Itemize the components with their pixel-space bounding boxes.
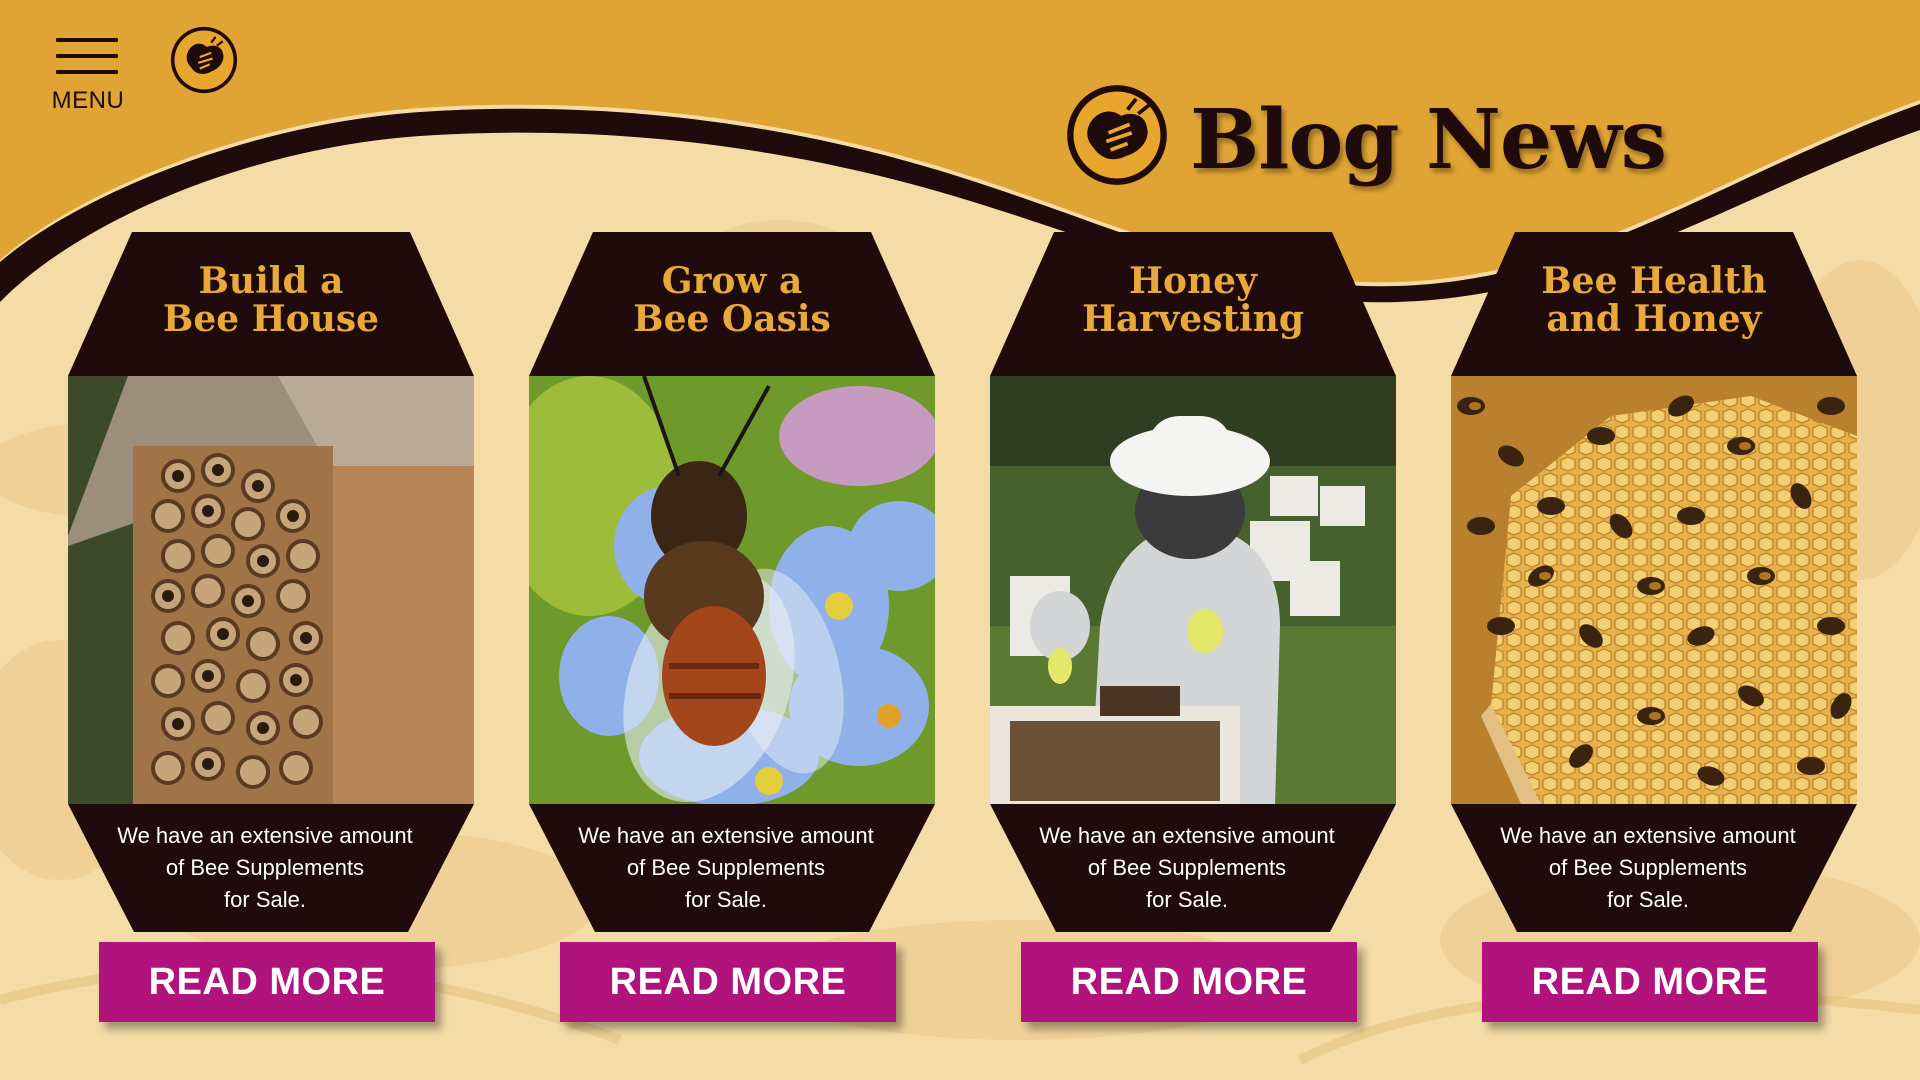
blog-card-bee-health: Bee Health and Honey We have an extensiv… [1451,232,1857,932]
card-title-line2: Harvesting [1081,298,1305,340]
card-title: Honey Harvesting [990,262,1396,338]
card-title-line1: Build a [198,260,344,302]
bee-on-flower-photo [529,376,935,804]
menu-button[interactable]: MENU [46,32,130,122]
card-description: We have an extensive amount of Bee Suppl… [1500,823,1796,912]
bee-logo-icon[interactable] [168,24,240,96]
menu-label: MENU [51,87,125,114]
card-title-line1: Bee Health [1541,260,1767,302]
card-header: Bee Health and Honey [1451,232,1857,376]
card-title-line1: Honey [1128,260,1258,302]
card-title: Grow a Bee Oasis [529,262,935,338]
menu-icon-bar-middle [56,54,118,58]
card-title-line1: Grow a [661,260,803,302]
menu-icon-bar-top [56,38,118,42]
card-footer: We have an extensive amount of Bee Suppl… [990,804,1396,932]
blog-card-honey-harvesting: Honey Harvesting We have an extensive am… [990,232,1396,932]
card-title-line2: Bee House [162,298,380,340]
read-more-button[interactable]: READ MORE [1482,942,1818,1022]
card-header: Build a Bee House [68,232,474,376]
card-footer: We have an extensive amount of Bee Suppl… [1451,804,1857,932]
read-more-button[interactable]: READ MORE [1021,942,1357,1022]
card-header: Honey Harvesting [990,232,1396,376]
beekeeper-photo [990,376,1396,804]
card-description: We have an extensive amount of Bee Suppl… [578,823,874,912]
bee-house-photo [68,376,474,804]
card-header: Grow a Bee Oasis [529,232,935,376]
card-title-line2: and Honey [1546,298,1762,340]
card-title-line2: Bee Oasis [633,298,831,340]
card-footer: We have an extensive amount of Bee Suppl… [68,804,474,932]
honeycomb-bees-photo [1451,376,1857,804]
menu-icon-bar-bottom [56,70,118,74]
bee-logo-icon [1067,85,1167,185]
read-more-button[interactable]: READ MORE [99,942,435,1022]
card-title: Build a Bee House [68,262,474,338]
blog-card-bee-house: Build a Bee House We have an extensive a… [68,232,474,932]
page-title: Blog News [1190,92,1667,188]
read-more-button[interactable]: READ MORE [560,942,896,1022]
blog-card-bee-oasis: Grow a Bee Oasis We have an extensive am… [529,232,935,932]
card-description: We have an extensive amount of Bee Suppl… [117,823,413,912]
card-footer: We have an extensive amount of Bee Suppl… [529,804,935,932]
card-description: We have an extensive amount of Bee Suppl… [1039,823,1335,912]
card-title: Bee Health and Honey [1451,262,1857,338]
